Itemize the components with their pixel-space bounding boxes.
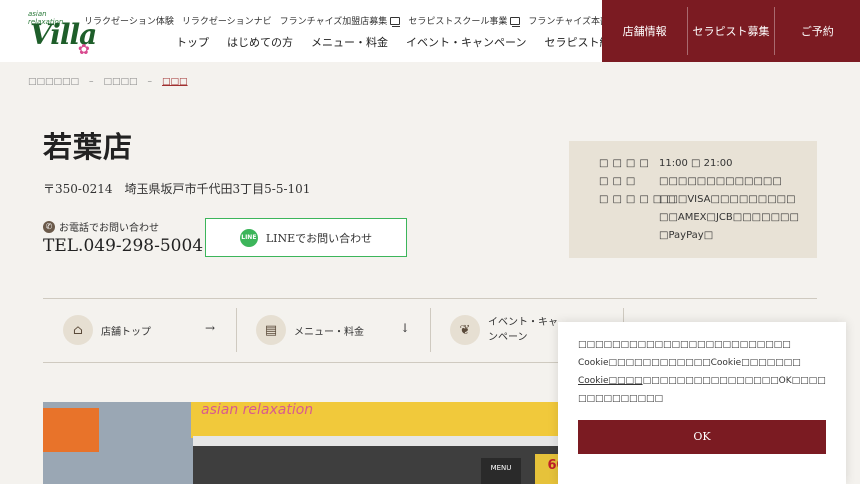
nav-top[interactable]: トップ [176, 34, 209, 50]
breadcrumb-current: □□□ [162, 77, 188, 87]
leaf-icon: ❦ [450, 315, 480, 345]
tab-events[interactable]: ❦ イベント・キャンペーン [450, 308, 560, 352]
shop-info-box: □□□□ 11:00 □ 21:00 □□□ □□□□□□□□□□□□□ □□□… [569, 141, 817, 258]
nav-first-time[interactable]: はじめての方 [227, 34, 293, 50]
info-row-payment: □□□□□□ □□□VISA□□□□□□□□□□□AMEX□JCB□□□□□□□… [599, 191, 803, 245]
divider [43, 298, 817, 299]
info-value: □□□VISA□□□□□□□□□□□AMEX□JCB□□□□□□□□PayPay… [659, 194, 799, 241]
top-link-franchise[interactable]: フランチャイズ加盟店募集 [280, 14, 401, 27]
page-title: 若葉店 [43, 130, 134, 164]
external-link-icon [510, 16, 521, 27]
top-link-label: リラクゼーション体験 [84, 17, 174, 27]
info-row-hours: □□□□ 11:00 □ 21:00 [599, 155, 803, 173]
top-link-label: リラクゼーションナビ [181, 17, 272, 27]
info-row-holiday: □□□ □□□□□□□□□□□□□ [599, 173, 803, 191]
top-links: リラクゼーション体験 リラクゼーションナビ フランチャイズ加盟店募集 セラピスト… [84, 14, 640, 27]
tab-separator [430, 308, 431, 352]
cookie-policy-link[interactable]: Cookie□□□□ [578, 376, 643, 386]
tab-menu-price[interactable]: ▤ メニュー・料金 [256, 308, 364, 352]
tab-label: 店舗トップ [101, 326, 151, 338]
tab-separator [236, 308, 237, 352]
cookie-line: □□□□□□□□□□□□□□□□□□□□□□□□□ [578, 340, 791, 350]
tel-label: ✆ お電話でお問い合わせ [43, 219, 159, 234]
breadcrumb-item[interactable]: □□□□ [104, 77, 138, 87]
photo-menu-board: MENU [481, 458, 521, 484]
line-button-label: LINEでお問い合わせ [265, 231, 373, 245]
tab-label: メニュー・料金 [294, 326, 364, 338]
tel-number[interactable]: TEL.049-298-5004 [43, 236, 203, 256]
top-link-label: フランチャイズ加盟店募集 [279, 17, 388, 27]
store-icon: ⌂ [63, 315, 93, 345]
line-contact-button[interactable]: LINE LINEでお問い合わせ [205, 218, 407, 257]
breadcrumb-item[interactable]: □□□□□□ [28, 77, 79, 87]
breadcrumb-separator: – [147, 77, 153, 87]
photo-sign [43, 408, 99, 452]
arrow-down-icon: ↓ [400, 321, 411, 335]
shop-info-button[interactable]: 店舗情報 [602, 7, 689, 55]
breadcrumb-separator: – [89, 77, 94, 87]
info-key: □□□□□□ [599, 194, 680, 205]
cookie-ok-button[interactable]: OK [578, 420, 826, 454]
tab-shop-top[interactable]: ⌂ 店舗トップ [63, 308, 151, 352]
info-value: □□□□□□□□□□□□□ [659, 176, 782, 187]
photo-sign-main: asian relaxation [191, 402, 611, 438]
site-header: asian relaxation Villa ✿ リラクゼーション体験 リラクゼ… [0, 0, 860, 62]
nav-menu-price[interactable]: メニュー・料金 [311, 34, 388, 50]
arrow-right-icon: → [205, 321, 216, 335]
nav-events[interactable]: イベント・キャンペーン [406, 34, 526, 50]
top-link-label: セラピストスクール事業 [408, 17, 508, 27]
cookie-line: Cookie□□□□□□□□□□□□Cookie□□□□□□□ [578, 358, 801, 368]
shop-address: 〒350-0214 埼玉県坂戸市千代田3丁目5-5-101 [43, 182, 311, 196]
document-icon: ▤ [256, 315, 286, 345]
phone-icon: ✆ [43, 220, 55, 233]
info-value: 11:00 □ 21:00 [659, 158, 733, 169]
line-icon: LINE [239, 228, 258, 247]
recruit-button[interactable]: セラピスト募集 [688, 7, 775, 55]
tel-label-text: お電話でお問い合わせ [59, 223, 159, 234]
main-nav: トップ はじめての方 メニュー・料金 イベント・キャンペーン セラピスト紹介 [176, 34, 621, 50]
reserve-button[interactable]: ご予約 [775, 7, 860, 55]
breadcrumb: □□□□□□ – □□□□ – □□□ [28, 77, 188, 87]
flower-icon: ✿ [78, 42, 90, 58]
top-link-navi[interactable]: リラクゼーションナビ [182, 14, 272, 27]
external-link-icon [390, 16, 401, 27]
header-actions: 店舗情報 セラピスト募集 ご予約 [602, 0, 860, 62]
site-logo[interactable]: asian relaxation Villa ✿ [14, 6, 97, 58]
info-key: □□□□ [599, 158, 653, 169]
cookie-text: □□□□□□□□□□□□□□□□□□□□□□□□□ Cookie□□□□□□□□… [578, 336, 826, 408]
top-link-experience[interactable]: リラクゼーション体験 [84, 14, 174, 27]
info-key: □□□ [599, 176, 640, 187]
tab-label: イベント・キャンペーン [488, 317, 558, 343]
top-link-school[interactable]: セラピストスクール事業 [408, 14, 521, 27]
cookie-banner: □□□□□□□□□□□□□□□□□□□□□□□□□ Cookie□□□□□□□□… [558, 322, 846, 484]
